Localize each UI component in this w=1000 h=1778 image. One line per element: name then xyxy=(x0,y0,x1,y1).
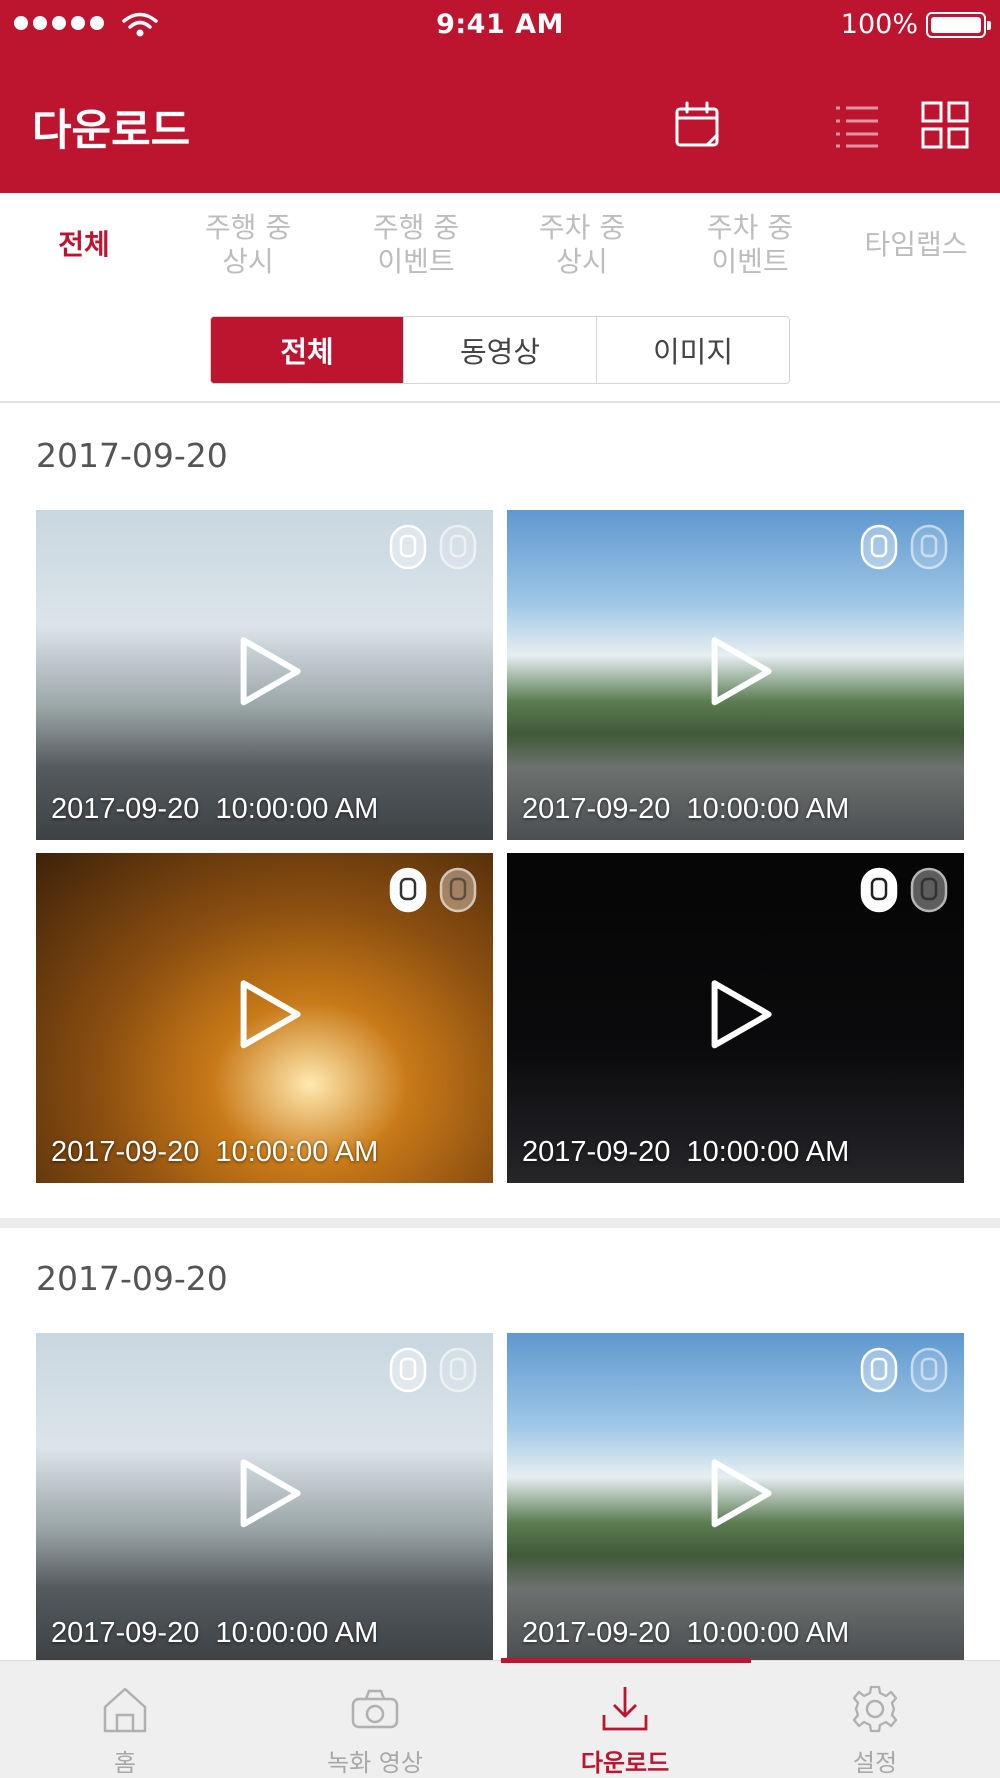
video-thumbnail[interactable]: 2017-09-20 10:00:00 AM xyxy=(507,853,964,1183)
video-timestamp: 2017-09-20 10:00:00 AM xyxy=(51,1136,379,1168)
tab-driving-event[interactable]: 주행 중 이벤트 xyxy=(336,211,496,279)
video-timestamp: 2017-09-20 10:00:00 AM xyxy=(522,793,850,825)
nav-settings-label: 설정 xyxy=(852,1749,898,1777)
nav-settings[interactable]: 설정 xyxy=(750,1661,1000,1778)
play-icon[interactable] xyxy=(706,977,776,1051)
date-header: 2017-09-20 xyxy=(36,1259,228,1298)
rear-camera-icon xyxy=(439,1347,477,1393)
nav-home-label: 홈 xyxy=(113,1749,137,1777)
front-camera-icon xyxy=(389,1347,427,1393)
status-bar: 9:41 AM 100% xyxy=(0,0,1000,50)
download-icon xyxy=(602,1687,648,1731)
nav-home[interactable]: 홈 xyxy=(0,1661,250,1778)
nav-recordings-label: 녹화 영상 xyxy=(327,1749,423,1777)
video-thumbnail[interactable]: 2017-09-20 10:00:00 AM xyxy=(507,510,964,840)
media-type-filter: 전체 동영상 이미지 xyxy=(210,316,790,384)
play-icon[interactable] xyxy=(706,1456,776,1530)
camera-icon xyxy=(351,1689,399,1729)
tab-timelapse[interactable]: 타임랩스 xyxy=(836,228,996,262)
bottom-navigation: 홈 녹화 영상 다운로드 설정 xyxy=(0,1658,1000,1778)
play-icon[interactable] xyxy=(235,1456,305,1530)
front-camera-icon xyxy=(389,867,427,913)
video-thumbnail[interactable]: 2017-09-20 10:00:00 AM xyxy=(36,510,493,840)
home-icon xyxy=(103,1687,147,1733)
front-camera-icon xyxy=(860,867,898,913)
filter-all-button[interactable]: 전체 xyxy=(211,317,404,383)
settings-icon xyxy=(852,1685,898,1733)
video-thumbnail[interactable]: 2017-09-20 10:00:00 AM xyxy=(507,1333,964,1660)
rear-camera-icon xyxy=(910,1347,948,1393)
filter-video-button[interactable]: 동영상 xyxy=(404,317,597,383)
battery-icon xyxy=(926,12,991,38)
tab-driving-normal[interactable]: 주행 중 상시 xyxy=(168,211,328,279)
video-timestamp: 2017-09-20 10:00:00 AM xyxy=(51,793,379,825)
video-timestamp: 2017-09-20 10:00:00 AM xyxy=(51,1617,379,1649)
filter-image-button[interactable]: 이미지 xyxy=(597,317,789,383)
battery-percentage: 100% xyxy=(840,9,918,40)
page-title: 다운로드 xyxy=(32,106,191,156)
tab-parking-normal[interactable]: 주차 중 상시 xyxy=(502,211,662,279)
play-icon[interactable] xyxy=(235,634,305,708)
play-icon[interactable] xyxy=(706,634,776,708)
nav-download[interactable]: 다운로드 xyxy=(500,1661,750,1778)
rear-camera-icon xyxy=(910,524,948,570)
tab-all[interactable]: 전체 xyxy=(4,228,164,262)
list-view-icon[interactable] xyxy=(832,100,882,150)
rear-camera-icon xyxy=(439,867,477,913)
video-thumbnail[interactable]: 2017-09-20 10:00:00 AM xyxy=(36,1333,493,1660)
play-icon[interactable] xyxy=(235,977,305,1051)
video-thumbnail[interactable]: 2017-09-20 10:00:00 AM xyxy=(36,853,493,1183)
front-camera-icon xyxy=(860,1347,898,1393)
front-camera-icon xyxy=(389,524,427,570)
date-header: 2017-09-20 xyxy=(36,436,228,475)
app-header: 9:41 AM 100% 다운로드 xyxy=(0,0,1000,193)
rear-camera-icon xyxy=(910,867,948,913)
nav-download-label: 다운로드 xyxy=(580,1749,670,1777)
section-divider xyxy=(0,401,1000,403)
video-timestamp: 2017-09-20 10:00:00 AM xyxy=(522,1136,850,1168)
category-tabs: 전체 주행 중 상시 주행 중 이벤트 주차 중 상시 주차 중 이벤트 타임랩… xyxy=(0,193,1000,303)
calendar-icon[interactable] xyxy=(672,100,722,150)
tab-parking-event[interactable]: 주차 중 이벤트 xyxy=(670,211,830,279)
front-camera-icon xyxy=(860,524,898,570)
nav-recordings[interactable]: 녹화 영상 xyxy=(250,1661,500,1778)
group-divider xyxy=(0,1218,1000,1228)
rear-camera-icon xyxy=(439,524,477,570)
video-timestamp: 2017-09-20 10:00:00 AM xyxy=(522,1617,850,1649)
grid-view-icon[interactable] xyxy=(920,100,970,150)
